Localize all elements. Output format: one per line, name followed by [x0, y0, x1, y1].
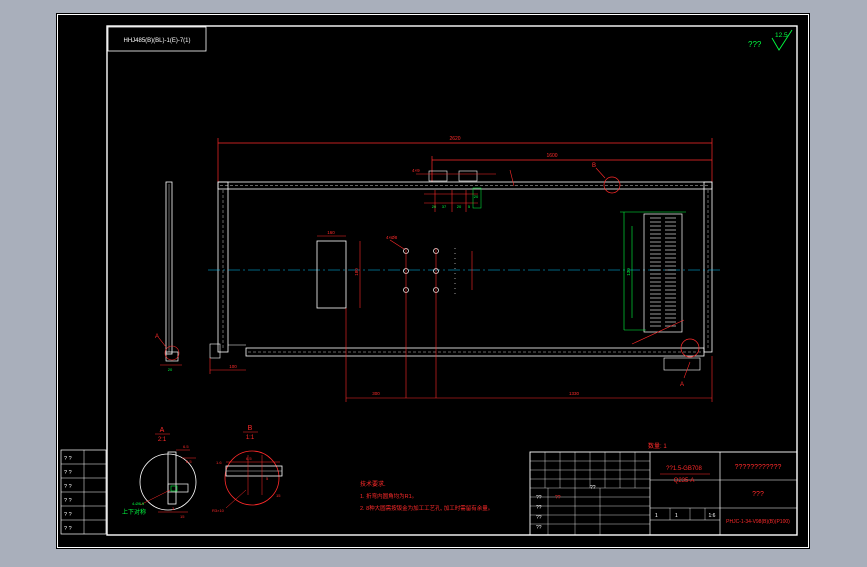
detail-b-dim4: R3×10: [212, 508, 225, 513]
detail-a-dim5: 15: [180, 514, 185, 519]
title-standard: ??1.5-GB708: [666, 466, 702, 472]
notes-line-2: 2. 8种大圆需按钣金为加工工艺孔, 加工时需留有余量。: [360, 504, 493, 512]
revision-cell: ? ?: [64, 526, 72, 532]
overall-length-text: 2620: [449, 136, 460, 142]
revision-cell: ? ?: [64, 498, 72, 504]
title-row-e: ??: [590, 485, 596, 491]
top-dim-2: 20: [432, 204, 437, 209]
title-row-c: ??: [536, 515, 542, 521]
revision-cell: ? ?: [64, 484, 72, 490]
side-a-callout: A: [155, 334, 159, 340]
rect-width-text: 160: [327, 230, 335, 235]
roughness-value: 12.5: [775, 32, 788, 39]
top-dim-1: 4×9: [412, 168, 420, 173]
detail-a-dim3: 4-Ø8.5: [132, 501, 145, 506]
revision-cell: ? ?: [64, 470, 72, 476]
hole-label: 4×Ø8: [386, 235, 398, 240]
bottom-dim-b: 1330: [569, 391, 580, 396]
detail-a-title: A: [160, 427, 165, 434]
detail-b-dim5: 15: [276, 493, 281, 498]
detail-a-dim1: 6.5: [183, 444, 189, 449]
notes-title: 技术要求.: [360, 480, 386, 488]
detail-a-symmetry-label: 上下对称: [122, 508, 146, 516]
title-product: ????????????: [735, 464, 782, 471]
bottom-left-text: 100: [229, 364, 237, 369]
quantity-label: 数量: 1: [648, 442, 667, 450]
top-dim-4: 20: [457, 204, 462, 209]
a-callout-main: A: [680, 382, 684, 388]
title-code: PHJC-1-34-V98(B)(B)(P100): [726, 519, 790, 525]
detail-b-scale: 1:1: [246, 435, 255, 441]
bottom-dim-a: 300: [372, 391, 380, 396]
title-row-b: ??: [536, 505, 542, 511]
detail-b-dim2: 1.6: [216, 460, 222, 465]
title-row-d: ??: [536, 525, 542, 531]
right-offset-text: 1600: [546, 153, 557, 159]
top-dim-6: 20: [474, 194, 479, 199]
slot-length-text: 130: [626, 268, 631, 276]
title-material: Q235-A: [674, 478, 695, 484]
title-row-a: ??: [536, 495, 542, 501]
side-dim-text: 20: [168, 367, 173, 372]
drawing-canvas: HHJ485(B)(BL)-1(E)-7(1) ??? 12.5 2620 16…: [56, 13, 810, 549]
rect-height-text: 180: [354, 268, 359, 276]
header-code: HHJ485(B)(BL)-1(E)-7(1): [123, 38, 190, 44]
revision-cell: ? ?: [64, 512, 72, 518]
detail-b-callout: B: [592, 163, 596, 169]
top-dim-3: 37: [442, 204, 447, 209]
detail-b-dim1: 6.5: [246, 456, 252, 461]
title-sheets: 1: [675, 513, 678, 519]
notes-line-1: 1. 折弯内圆角均为R1。: [360, 492, 417, 500]
title-sheet: 1: [655, 513, 658, 519]
title-scale: 1:6: [709, 513, 716, 519]
roughness-prefix: ???: [748, 40, 762, 49]
detail-a-scale: 2:1: [158, 437, 167, 443]
title-sig: ??: [555, 495, 561, 501]
title-name: ???: [752, 491, 764, 498]
cad-viewport[interactable]: HHJ485(B)(BL)-1(E)-7(1) ??? 12.5 2620 16…: [0, 0, 867, 562]
revision-cell: ? ?: [64, 456, 72, 462]
detail-a-dim2: 6.5: [186, 459, 192, 464]
detail-b-title: B: [248, 425, 253, 432]
